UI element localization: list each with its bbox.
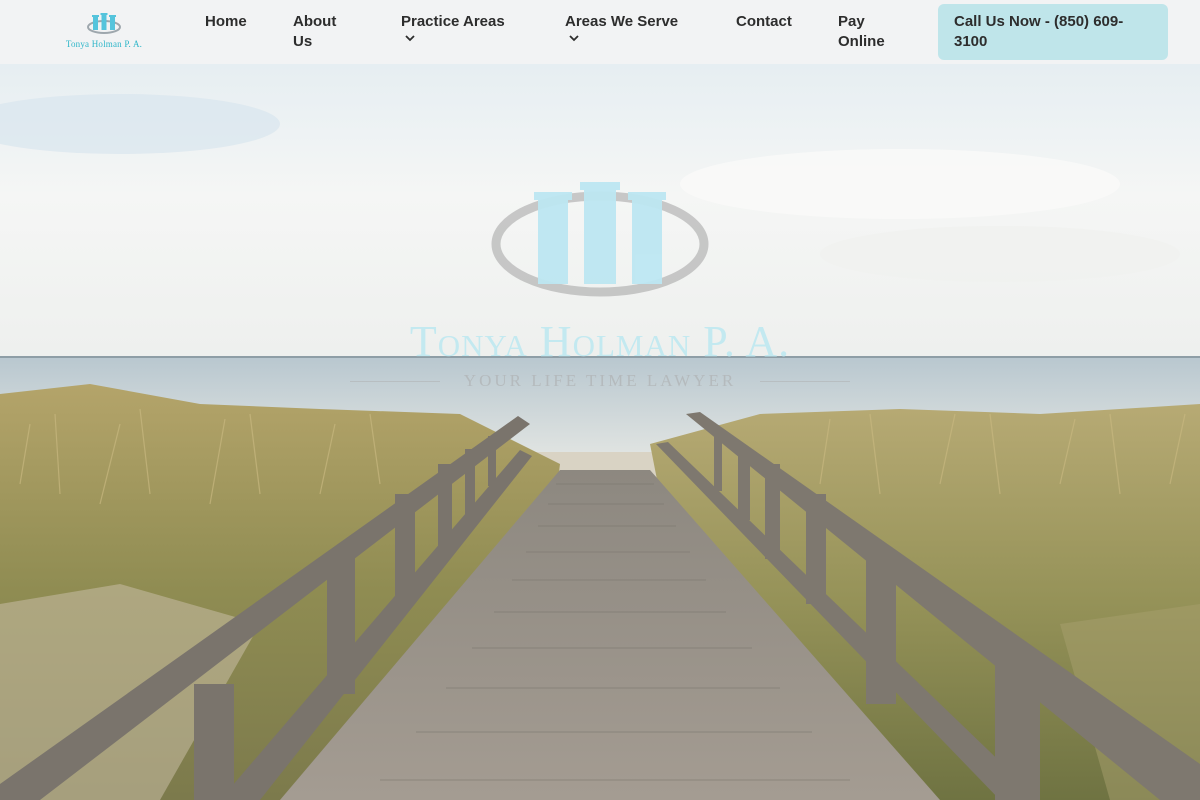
nav-about-us[interactable]: About Us <box>293 12 353 52</box>
chevron-down-icon <box>569 35 579 42</box>
call-us-now-button[interactable]: Call Us Now - (850) 609-3100 <box>938 4 1168 60</box>
columns-logo-icon <box>87 13 121 34</box>
nav-practice-areas[interactable]: Practice Areas <box>401 12 505 42</box>
brand-name: Tonya Holman P. A. <box>65 39 143 49</box>
site-header: Tonya Holman P. A. Home About Us Practic… <box>0 0 1200 64</box>
brand-logo-link[interactable]: Tonya Holman P. A. <box>60 12 148 52</box>
beach-boardwalk-image <box>0 64 1200 800</box>
tagline-rule-right <box>760 381 850 382</box>
nav-areas-we-serve[interactable]: Areas We Serve <box>565 12 678 42</box>
nav-pay-online[interactable]: Pay Online <box>838 12 888 52</box>
nav-contact[interactable]: Contact <box>736 12 792 32</box>
nav-home[interactable]: Home <box>205 12 247 32</box>
hero-title: Tonya Holman P. A. <box>409 317 791 366</box>
hero-tagline: YOUR LIFE TIME LAWYER <box>463 371 737 390</box>
nav-practice-areas-label: Practice Areas <box>401 13 505 30</box>
chevron-down-icon <box>405 35 415 42</box>
nav-areas-we-serve-label: Areas We Serve <box>565 13 679 30</box>
hero-section: Tonya Holman P. A. YOUR LIFE TIME LAWYER <box>0 64 1200 800</box>
